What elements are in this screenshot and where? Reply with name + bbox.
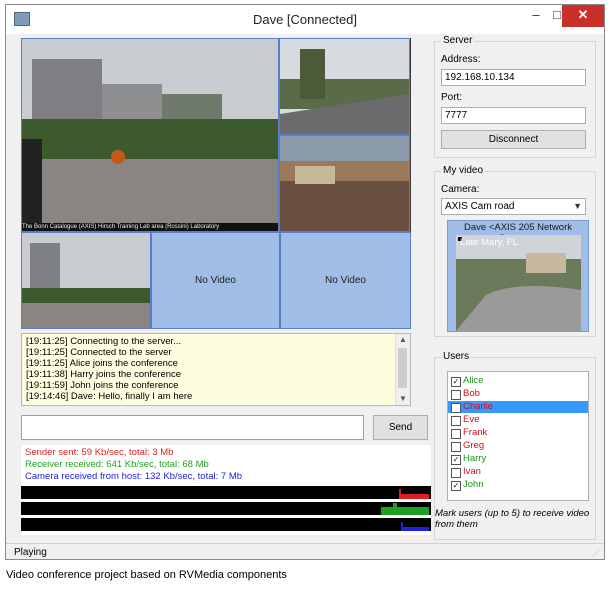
- user-checkbox[interactable]: [451, 468, 461, 478]
- send-button[interactable]: Send: [373, 415, 428, 440]
- users-group-label: Users: [441, 351, 472, 362]
- window-title: Dave [Connected]: [252, 12, 358, 27]
- user-checkbox[interactable]: ✓: [451, 377, 461, 387]
- chevron-down-icon: ▼: [573, 201, 582, 211]
- video-tile-5[interactable]: No Video: [151, 232, 280, 329]
- video-tile-2[interactable]: [279, 38, 410, 135]
- user-name: Greg: [463, 440, 485, 451]
- aerial-video-image: [280, 136, 409, 231]
- address-input[interactable]: 192.168.10.134: [441, 69, 586, 86]
- disconnect-button[interactable]: Disconnect: [441, 130, 586, 149]
- camera-label: Camera:: [441, 184, 480, 195]
- port-input[interactable]: 7777: [441, 107, 586, 124]
- chat-log[interactable]: [19:11:25] Connecting to the server... […: [21, 333, 411, 406]
- receiver-graph-bar: [381, 507, 429, 515]
- receiver-stat: Receiver received: 641 Kb/sec, total: 68…: [25, 459, 209, 470]
- server-group: Server Address: 192.168.10.134 Port: 777…: [434, 35, 596, 158]
- video-tile-main[interactable]: The Bonn Catalogue (AXIS) Hirsch Trainin…: [21, 38, 279, 232]
- user-name: John: [463, 479, 484, 490]
- video-grid: The Bonn Catalogue (AXIS) Hirsch Trainin…: [21, 38, 411, 329]
- preview-image: Late Mary, FL: [456, 235, 581, 331]
- log-line: [19:11:25] Connecting to the server...: [26, 336, 182, 347]
- user-row[interactable]: ✓ Alice: [448, 375, 588, 387]
- log-scrollbar[interactable]: ▲ ▼: [395, 334, 410, 405]
- user-name: Ivan: [463, 466, 481, 477]
- user-name: Bob: [463, 388, 480, 399]
- users-hint: Mark users (up to 5) to receive video fr…: [435, 508, 590, 530]
- camera-select[interactable]: AXIS Cam road ▼: [441, 198, 586, 215]
- video-overlay-text: The Bonn Catalogue (AXIS) Hirsch Trainin…: [22, 223, 278, 231]
- user-row[interactable]: Ivan: [448, 466, 588, 478]
- receiver-graph-spike: [393, 503, 397, 515]
- camera-graph-spike: [401, 522, 403, 531]
- app-window: Dave [Connected] – □ ✕ The Bonn Catalogu…: [5, 4, 605, 560]
- user-row[interactable]: ✓ Harry: [448, 453, 588, 465]
- scroll-down-arrow-icon[interactable]: ▼: [396, 393, 410, 405]
- video-tile-6[interactable]: No Video: [280, 232, 411, 329]
- user-checkbox[interactable]: [451, 416, 461, 426]
- page-caption: Video conference project based on RVMedi…: [6, 569, 287, 581]
- user-checkbox[interactable]: ✓: [451, 481, 461, 491]
- road-camera-image: [456, 235, 581, 331]
- sender-graph-bar: [399, 494, 429, 499]
- user-checkbox[interactable]: [451, 403, 461, 413]
- user-checkbox[interactable]: ✓: [451, 455, 461, 465]
- sender-graph: [21, 486, 431, 499]
- resize-grip-icon[interactable]: ⋰: [592, 549, 600, 558]
- close-button[interactable]: ✕: [562, 5, 604, 27]
- users-list[interactable]: ✓ Alice Bob Charlie Eve Frank Greg ✓ Harry Ivan ✓ J…: [447, 371, 589, 501]
- user-row[interactable]: Charlie: [448, 401, 588, 413]
- no-video-label-2: No Video: [325, 275, 366, 286]
- user-row[interactable]: Frank: [448, 427, 588, 439]
- message-input[interactable]: [21, 415, 364, 440]
- title-bar[interactable]: Dave [Connected] – □ ✕: [6, 5, 604, 34]
- user-name: Eve: [463, 414, 480, 425]
- camera-graph: [21, 518, 431, 531]
- log-line: [19:11:25] Connected to the server: [26, 347, 172, 358]
- user-name: Charlie: [463, 401, 494, 412]
- camera-stat: Camera received from host: 132 Kb/sec, t…: [25, 471, 243, 482]
- address-label: Address:: [441, 54, 481, 65]
- user-row[interactable]: ✓ John: [448, 479, 588, 491]
- status-bar: Playing ⋰: [6, 543, 604, 561]
- user-row[interactable]: Bob: [448, 388, 588, 400]
- receiver-graph: [21, 502, 431, 515]
- rooftop-video-image: [280, 39, 409, 134]
- user-checkbox[interactable]: [451, 390, 461, 400]
- user-checkbox[interactable]: [451, 442, 461, 452]
- my-video-preview: Dave <AXIS 205 Network Camera> Late Mary…: [447, 220, 589, 332]
- user-name: Frank: [463, 427, 488, 438]
- log-line: [19:11:59] John joins the conference: [26, 380, 179, 391]
- campus-video-image: [22, 39, 278, 231]
- scroll-thumb[interactable]: [398, 348, 407, 388]
- status-text: Playing: [14, 547, 47, 558]
- preview-overlay-text: Late Mary, FL: [460, 237, 518, 248]
- scroll-up-arrow-icon[interactable]: ▲: [396, 334, 410, 346]
- user-checkbox[interactable]: [451, 429, 461, 439]
- user-name: Harry: [463, 453, 487, 464]
- log-line: [19:14:46] Dave: Hello, finally I am her…: [26, 391, 193, 402]
- sender-graph-spike: [399, 489, 401, 499]
- user-row[interactable]: Eve: [448, 414, 588, 426]
- user-row[interactable]: Greg: [448, 440, 588, 452]
- my-video-group-label: My video: [441, 165, 486, 176]
- no-video-label-1: No Video: [195, 275, 236, 286]
- video-tile-4[interactable]: [21, 232, 151, 329]
- log-line: [19:11:25] Alice joins the conference: [26, 358, 178, 369]
- stats-panel: Sender sent: 59 Kb/sec, total: 3 Mb Rece…: [21, 445, 431, 535]
- server-group-label: Server: [441, 35, 475, 46]
- campus-small-video-image: [22, 233, 150, 328]
- sender-stat: Sender sent: 59 Kb/sec, total: 3 Mb: [25, 447, 174, 458]
- camera-graph-bar: [401, 527, 429, 531]
- port-label: Port:: [441, 92, 463, 103]
- user-name: Alice: [463, 375, 484, 386]
- log-line: [19:11:38] Harry joins the conference: [26, 369, 182, 380]
- video-tile-3[interactable]: [279, 135, 410, 232]
- camera-select-value: AXIS Cam road: [445, 201, 515, 212]
